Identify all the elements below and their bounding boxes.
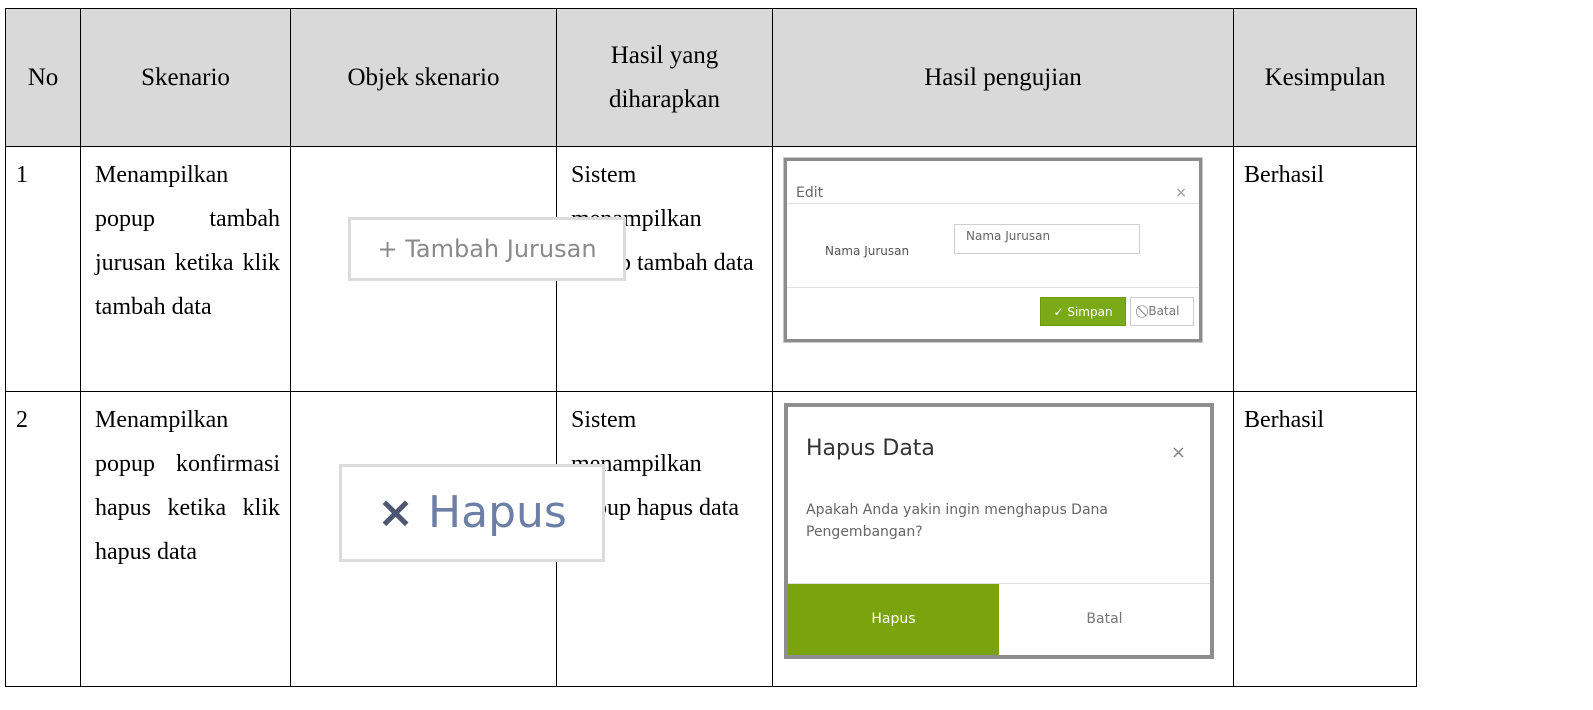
hapus-button[interactable]: × Hapus [339, 464, 605, 562]
header-objek: Objek skenario [290, 8, 557, 147]
button-label: Hapus [428, 487, 567, 538]
test-table: No Skenario Objek skenario Hasil yang di… [5, 8, 1417, 687]
confirm-hapus-button[interactable]: Hapus [788, 584, 999, 655]
plus-icon: + [377, 235, 398, 263]
divider [787, 287, 1199, 288]
row-kesimpulan: Berhasil [1233, 146, 1417, 392]
nama-jurusan-input[interactable]: Nama Jurusan [954, 224, 1140, 254]
row-skenario: Menampilkan popup tambah jurusan ketika … [80, 146, 291, 392]
row-objek: + Tambah Jurusan [290, 146, 626, 392]
simpan-button[interactable]: ✓ Simpan [1040, 297, 1126, 326]
header-row: No Skenario Objek skenario Hasil yang di… [5, 8, 1417, 147]
popup-title: Hapus Data [806, 436, 935, 461]
row-no: 1 [5, 146, 81, 392]
close-icon[interactable]: × [1171, 431, 1186, 475]
header-hasil-harapan: Hasil yang diharapkan [556, 8, 773, 147]
batal-button[interactable]: ⃠ Batal [1130, 297, 1194, 326]
row-kesimpulan: Berhasil [1233, 391, 1417, 687]
popup-message: Apakah Anda yakin ingin menghapus Dana P… [806, 502, 1108, 540]
table-row: 1 Menampilkan popup tambah jurusan ketik… [5, 146, 1417, 392]
tambah-jurusan-button[interactable]: + Tambah Jurusan [348, 217, 626, 281]
batal-button[interactable]: Batal [999, 584, 1210, 655]
x-icon: × [377, 487, 415, 538]
row-no: 2 [5, 391, 81, 687]
button-label: Tambah Jurusan [405, 235, 597, 263]
simpan-label: Simpan [1067, 305, 1113, 319]
row-hasil-uji: Edit × Nama Jurusan Nama Jurusan ✓ Simpa… [772, 146, 1234, 392]
edit-popup: Edit × Nama Jurusan Nama Jurusan ✓ Simpa… [784, 158, 1202, 342]
batal-label: Batal [1148, 304, 1180, 318]
field-label: Nama Jurusan [825, 244, 910, 258]
table-row: 2 Menampilkan popup konfirmasi hapus ket… [5, 391, 1417, 687]
row-objek: × Hapus [290, 391, 605, 687]
close-icon[interactable]: × [1175, 171, 1187, 215]
row-skenario: Menampilkan popup konfirmasi hapus ketik… [80, 391, 291, 687]
header-no: No [5, 8, 81, 147]
row-hasil-uji: Hapus Data × Apakah Anda yakin ingin men… [772, 391, 1234, 687]
header-kesimpulan: Kesimpulan [1233, 8, 1417, 147]
popup-title: Edit [796, 185, 824, 201]
hapus-popup: Hapus Data × Apakah Anda yakin ingin men… [784, 403, 1214, 659]
divider [787, 203, 1199, 204]
header-skenario: Skenario [80, 8, 291, 147]
check-icon: ✓ [1053, 305, 1064, 319]
header-hasil-uji: Hasil pengujian [772, 8, 1234, 147]
